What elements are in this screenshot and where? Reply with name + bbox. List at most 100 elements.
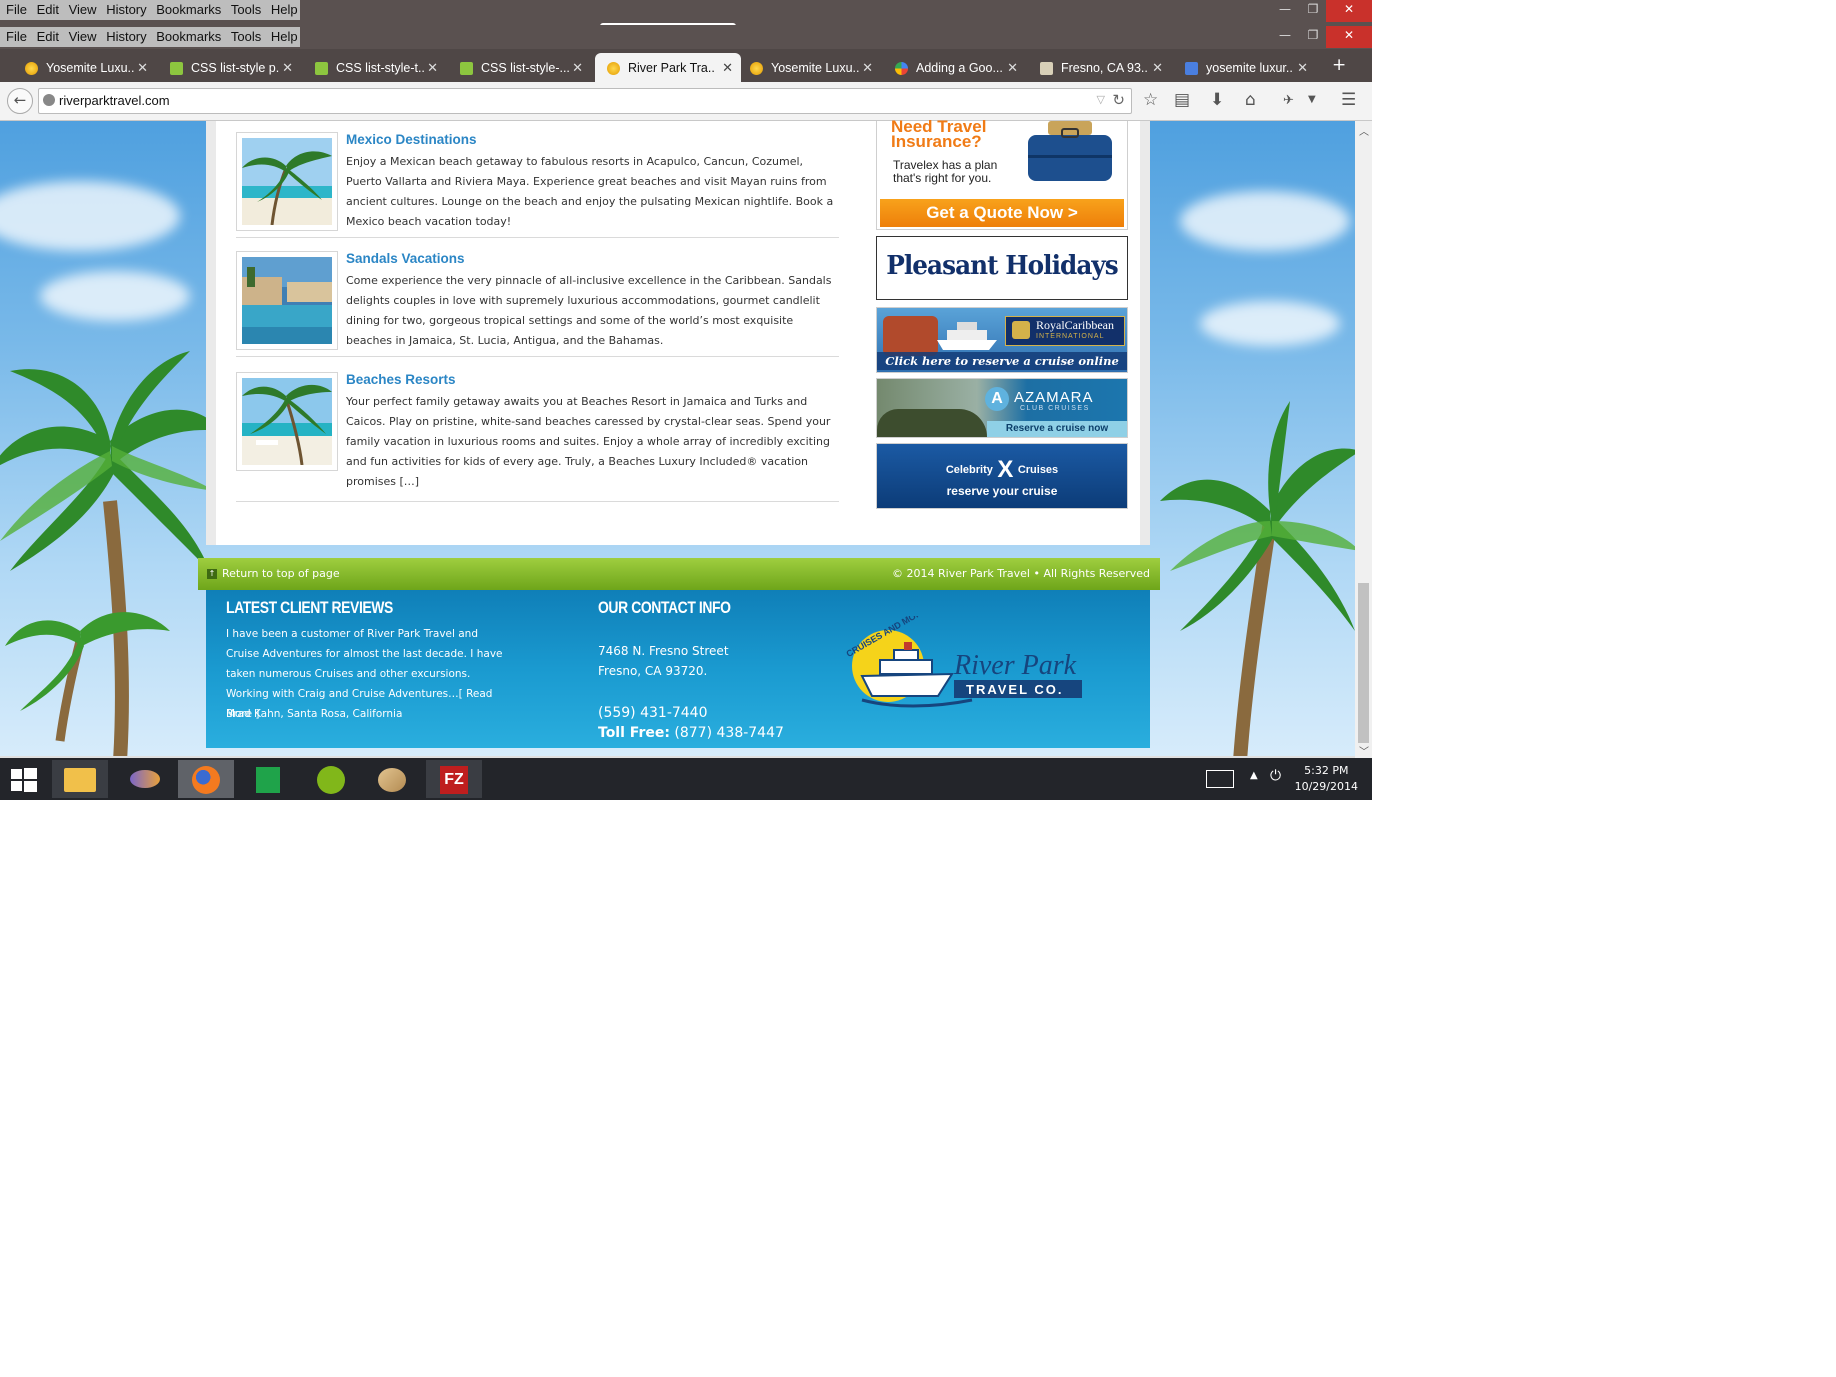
menu-hamburger-icon[interactable]: ☰	[1341, 90, 1356, 110]
downloads-icon[interactable]: ⬇	[1210, 90, 1224, 110]
menubar: File Edit View History Bookmarks Tools H…	[0, 27, 300, 47]
firefox-button[interactable]	[178, 760, 234, 798]
menu-edit[interactable]: Edit	[37, 2, 59, 17]
close-tab-icon[interactable]: ✕	[1007, 60, 1018, 76]
menu-tools[interactable]: Tools	[231, 29, 261, 44]
ad-subtext: Travelex has a plan that's right for you…	[893, 158, 998, 185]
menu-bookmarks[interactable]: Bookmarks	[156, 29, 221, 44]
close-tab-icon[interactable]: ✕	[1297, 60, 1308, 76]
phone-number[interactable]: (559) 431-7440	[598, 705, 708, 721]
tab-label: yosemite luxur...	[1206, 61, 1294, 75]
menu-help[interactable]: Help	[271, 29, 298, 44]
windows-start-icon[interactable]	[11, 768, 37, 792]
celebrity-cruises-ad[interactable]: Celebrity X Cruises reserve your cruise	[876, 443, 1128, 509]
addon-icon[interactable]: ✈	[1283, 93, 1294, 108]
url-bar[interactable]: riverparktravel.com ▽ ↻	[38, 88, 1132, 114]
url-text[interactable]: riverparktravel.com	[59, 93, 170, 108]
menu-view[interactable]: View	[69, 2, 97, 17]
dropdown-icon[interactable]: ▽	[1097, 93, 1105, 106]
css-icon	[460, 62, 473, 75]
close-tab-icon[interactable]: ✕	[1152, 60, 1163, 76]
pleasant-holidays-ad[interactable]: Pleasant Holidays	[876, 236, 1128, 300]
tab-css-3[interactable]: CSS list-style-... ✕	[448, 53, 591, 82]
app-button[interactable]	[116, 760, 172, 798]
chevron-down-icon[interactable]: ▼	[1308, 94, 1316, 105]
cloud-shape	[1200, 301, 1340, 346]
menu-file[interactable]: File	[6, 2, 27, 17]
tab-css-2[interactable]: CSS list-style-t... ✕	[303, 53, 446, 82]
azamara-ad[interactable]: A AZAMARA CLUB CRUISES Reserve a cruise …	[876, 378, 1128, 438]
network-icon[interactable]: ⏻	[1270, 768, 1281, 784]
close-tab-icon[interactable]: ✕	[572, 60, 583, 76]
close-window-button-back[interactable]: ✕	[1326, 0, 1372, 22]
store-button[interactable]	[240, 760, 296, 798]
tab-river-park[interactable]: River Park Tra... ✕	[595, 53, 741, 82]
menu-history[interactable]: History	[106, 29, 146, 44]
system-clock[interactable]: 5:32 PM 10/29/2014	[1295, 763, 1358, 795]
brand-sub-text: CLUB CRUISES	[1020, 405, 1090, 412]
tab-yosemite-1[interactable]: Yosemite Luxu... ✕	[13, 53, 156, 82]
close-tab-icon[interactable]: ✕	[282, 60, 293, 76]
close-tab-icon[interactable]: ✕	[862, 60, 873, 76]
new-tab-button[interactable]: +	[1332, 55, 1346, 75]
close-tab-icon[interactable]: ✕	[137, 60, 148, 76]
tab-fresno[interactable]: Fresno, CA 93... ✕	[1028, 53, 1171, 82]
reload-icon[interactable]: ↻	[1112, 91, 1125, 109]
logo-name-text: River Park	[953, 650, 1077, 681]
arrow-up-icon[interactable]: ↑	[207, 569, 217, 579]
spotify-icon	[317, 766, 345, 794]
bookmark-star-icon[interactable]: ☆	[1143, 90, 1158, 110]
restore-button-back[interactable]: ❐	[1300, 0, 1326, 22]
menu-view[interactable]: View	[69, 29, 97, 44]
tray-arrow-icon[interactable]: ▲	[1250, 770, 1258, 781]
scroll-down-icon[interactable]: ﹀	[1359, 743, 1369, 758]
return-to-top-link[interactable]: Return to top of page	[222, 567, 340, 580]
brand-text: Cruises	[1017, 464, 1059, 476]
menu-history[interactable]: History	[106, 2, 146, 17]
toll-free-number[interactable]: (877) 438-7447	[674, 725, 784, 741]
site-footer: LATEST CLIENT REVIEWS I have been a cust…	[206, 590, 1150, 748]
sun-icon	[607, 62, 620, 75]
tab-yosemite-2[interactable]: Yosemite Luxu... ✕	[738, 53, 881, 82]
reading-list-icon[interactable]: ▤	[1174, 90, 1190, 110]
travelex-ad[interactable]: Need Travel Insurance? Travelex has a pl…	[876, 118, 1128, 230]
tab-yosemite-search[interactable]: yosemite luxur... ✕	[1173, 53, 1316, 82]
scroll-up-icon[interactable]: ︿	[1359, 123, 1369, 138]
address-line-1: 7468 N. Fresno Street	[598, 644, 729, 658]
get-quote-button[interactable]: Get a Quote Now >	[880, 199, 1124, 227]
tab-adding-google[interactable]: Adding a Goo... ✕	[883, 53, 1026, 82]
folder-icon	[64, 768, 96, 792]
post-thumbnail[interactable]	[236, 372, 338, 471]
post-title-link[interactable]: Sandals Vacations	[346, 251, 465, 266]
post-title-link[interactable]: Mexico Destinations	[346, 132, 477, 147]
menu-help[interactable]: Help	[271, 2, 298, 17]
file-explorer-button[interactable]	[52, 760, 108, 798]
royal-caribbean-ad[interactable]: RoyalCaribbean INTERNATIONAL Click here …	[876, 307, 1128, 373]
filezilla-button[interactable]: FZ	[426, 760, 482, 798]
close-tab-icon[interactable]: ✕	[427, 60, 438, 76]
keyboard-icon[interactable]	[1206, 770, 1234, 788]
menu-tools[interactable]: Tools	[231, 2, 261, 17]
palm-beach-image	[242, 378, 332, 465]
post-thumbnail[interactable]	[236, 132, 338, 231]
menu-file[interactable]: File	[6, 29, 27, 44]
content-card: Mexico Destinations Enjoy a Mexican beac…	[216, 118, 1140, 545]
menu-bookmarks[interactable]: Bookmarks	[156, 2, 221, 17]
page-scrollbar[interactable]: ︿ ﹀	[1355, 121, 1372, 758]
scrollbar-thumb[interactable]	[1358, 583, 1369, 743]
home-icon[interactable]: ⌂	[1245, 90, 1256, 110]
close-tab-icon[interactable]: ✕	[722, 60, 733, 76]
globe-icon	[43, 94, 55, 106]
close-window-button[interactable]: ✕	[1326, 26, 1372, 48]
post-title-link[interactable]: Beaches Resorts	[346, 372, 456, 387]
restore-button[interactable]: ❐	[1300, 26, 1326, 48]
spotify-button[interactable]	[302, 760, 358, 798]
post-thumbnail[interactable]	[236, 251, 338, 350]
paint-button[interactable]	[364, 760, 420, 798]
post-beaches: Beaches Resorts Your perfect family geta…	[236, 366, 839, 502]
minimize-button[interactable]: —	[1270, 26, 1300, 48]
tab-css-1[interactable]: CSS list-style p... ✕	[158, 53, 301, 82]
back-arrow-icon[interactable]: ←	[7, 88, 33, 114]
menu-edit[interactable]: Edit	[37, 29, 59, 44]
minimize-button-back[interactable]: —	[1270, 0, 1300, 22]
